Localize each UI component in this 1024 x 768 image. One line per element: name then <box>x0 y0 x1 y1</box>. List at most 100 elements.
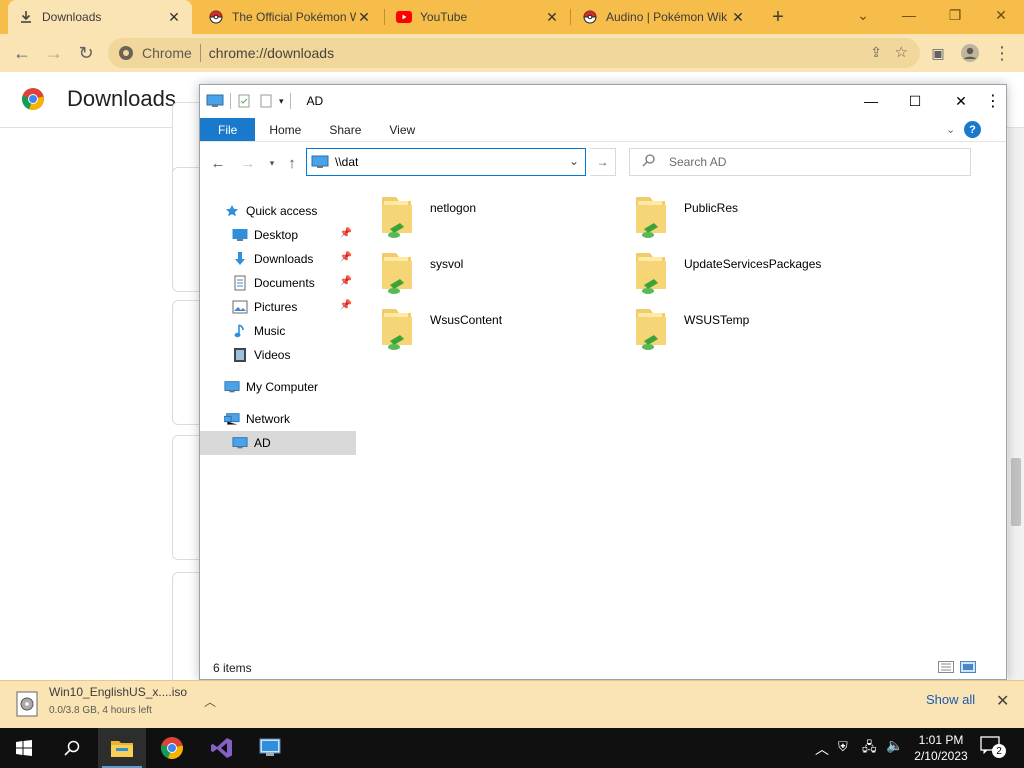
share-item-sysvol[interactable]: sysvol <box>376 247 463 297</box>
notification-center-icon[interactable]: 2 <box>980 736 1006 760</box>
nav-item-network[interactable]: Network <box>200 407 356 431</box>
pin-icon[interactable]: 📌 <box>340 300 352 311</box>
large-icons-view-icon[interactable] <box>960 661 976 673</box>
computer-icon[interactable] <box>206 94 224 108</box>
share-icon[interactable]: ⇪ <box>870 44 882 61</box>
quick-access-toolbar: ▾ <box>206 93 297 109</box>
profile-avatar-icon[interactable] <box>957 40 983 66</box>
maximize-icon[interactable]: ☐ <box>892 85 938 117</box>
expand-ribbon-icon[interactable]: ⌄ <box>946 123 955 136</box>
tab-share[interactable]: Share <box>315 118 375 141</box>
customize-qa-icon[interactable]: ▾ <box>279 96 284 107</box>
nav-item-my-computer[interactable]: My Computer <box>200 375 356 399</box>
download-file-name[interactable]: Win10_EnglishUS_x....iso <box>49 685 187 699</box>
chrome-taskbar-icon[interactable] <box>148 728 196 768</box>
windows-logo-icon <box>16 740 32 756</box>
address-bar[interactable]: \\dat ⌄ <box>306 148 586 176</box>
show-all-button[interactable]: Show all <box>926 692 975 707</box>
new-folder-icon[interactable] <box>259 94 273 108</box>
pin-icon[interactable]: 📌 <box>340 276 352 287</box>
remote-desktop-taskbar-icon[interactable] <box>246 728 294 768</box>
share-item-netlogon[interactable]: netlogon <box>376 191 476 241</box>
view-switcher <box>938 661 976 673</box>
scrollbar-thumb[interactable] <box>1011 458 1021 526</box>
pin-icon[interactable]: 📌 <box>340 252 352 263</box>
tab-downloads[interactable]: Downloads ✕ <box>8 0 192 34</box>
forward-icon[interactable]: → <box>41 40 67 66</box>
volume-icon[interactable]: 🔈 <box>886 737 903 754</box>
recent-locations-icon[interactable]: ▾ <box>262 153 282 173</box>
close-tab-icon[interactable]: ✕ <box>166 9 182 25</box>
start-button[interactable] <box>0 728 48 768</box>
tab-youtube[interactable]: YouTube ✕ <box>386 0 570 34</box>
nav-item-pictures[interactable]: Pictures 📌 <box>200 295 356 319</box>
clock[interactable]: 1:01 PM 2/10/2023 <box>912 732 970 764</box>
minimize-icon[interactable]: — <box>886 0 932 30</box>
omnibox[interactable]: Chrome chrome://downloads ⇪ ☆ <box>108 38 920 68</box>
url-text[interactable]: chrome://downloads <box>209 45 334 61</box>
tab-strip: Downloads ✕ The Official Pokémon W ✕ You… <box>0 0 1024 34</box>
bookmark-star-icon[interactable]: ☆ <box>895 43 908 61</box>
back-icon[interactable]: ← <box>208 153 228 173</box>
chrome-chip-icon <box>119 46 133 60</box>
more-menu-icon[interactable]: ⋮ <box>970 85 1016 117</box>
go-icon[interactable]: → <box>590 148 616 176</box>
tab-search-icon[interactable]: ⌄ <box>840 0 886 30</box>
visual-studio-taskbar-icon[interactable] <box>198 728 246 768</box>
nav-item-videos[interactable]: Videos <box>200 343 356 367</box>
chevron-up-icon[interactable]: ︿ <box>204 693 216 710</box>
share-item-publicres[interactable]: PublicRes <box>630 191 738 241</box>
back-icon[interactable]: ← <box>9 40 35 66</box>
nav-label: Network <box>246 412 291 426</box>
close-tab-icon[interactable]: ✕ <box>730 9 746 25</box>
close-tab-icon[interactable]: ✕ <box>356 9 372 25</box>
defender-icon[interactable]: ⛨ <box>838 739 848 755</box>
tab-divider <box>570 9 571 25</box>
tab-audino[interactable]: Audino | Pokémon Wik ✕ <box>572 0 756 34</box>
nav-item-documents[interactable]: Documents 📌 <box>200 271 356 295</box>
chevron-up-icon[interactable]: ︿ <box>815 739 829 759</box>
nav-item-quick-access[interactable]: Quick access <box>200 199 356 223</box>
restore-icon[interactable]: ❐ <box>932 0 978 30</box>
nav-item-desktop[interactable]: Desktop 📌 <box>200 223 356 247</box>
nav-label: Quick access <box>246 204 318 218</box>
page-scrollbar[interactable] <box>1008 128 1024 680</box>
reload-icon[interactable]: ↻ <box>73 40 99 66</box>
file-explorer-taskbar-icon[interactable] <box>98 728 146 768</box>
minimize-icon[interactable]: — <box>848 85 894 117</box>
details-view-icon[interactable] <box>938 661 954 673</box>
search-icon[interactable] <box>48 728 96 768</box>
close-tab-icon[interactable]: ✕ <box>544 9 560 25</box>
help-icon[interactable]: ? <box>964 121 981 138</box>
tab-home[interactable]: Home <box>255 118 315 141</box>
properties-icon[interactable] <box>237 94 251 108</box>
pin-icon[interactable]: 📌 <box>340 228 352 239</box>
more-menu-icon[interactable]: ⋮ <box>989 40 1015 66</box>
ribbon-tabs: File Home Share View ⌄ ? <box>200 118 1006 142</box>
new-tab-button[interactable]: + <box>764 0 792 34</box>
share-item-updateservicespackages[interactable]: UpdateServicesPackages <box>630 247 821 297</box>
forward-icon[interactable]: → <box>238 153 258 173</box>
tab-pokemon-official[interactable]: The Official Pokémon W ✕ <box>198 0 382 34</box>
address-dropdown-icon[interactable]: ⌄ <box>569 154 579 168</box>
network-status-icon[interactable]: 🖧 <box>862 738 877 760</box>
chrome-logo-icon <box>22 88 44 111</box>
nav-label: Downloads <box>254 252 314 266</box>
share-item-wsuscontent[interactable]: WsusContent <box>376 303 502 353</box>
nav-item-music[interactable]: Music <box>200 319 356 343</box>
address-input[interactable]: \\dat <box>335 155 358 169</box>
side-panel-icon[interactable]: ▣ <box>925 40 951 66</box>
tab-file[interactable]: File <box>200 118 256 141</box>
qa-divider <box>289 93 291 109</box>
tab-view[interactable]: View <box>375 118 429 141</box>
nav-item-ad[interactable]: AD <box>200 431 356 455</box>
share-name: WSUSTemp <box>684 313 750 327</box>
up-folder-icon[interactable]: ↑ <box>282 153 302 173</box>
search-box[interactable]: Search AD <box>629 148 971 176</box>
shared-folder-icon <box>630 247 670 297</box>
close-shelf-icon[interactable]: ✕ <box>996 691 1009 711</box>
close-window-icon[interactable]: ✕ <box>978 0 1024 30</box>
site-info-chip[interactable]: Chrome <box>108 45 192 61</box>
share-item-wsustemp[interactable]: WSUSTemp <box>630 303 749 353</box>
nav-item-downloads[interactable]: Downloads 📌 <box>200 247 356 271</box>
